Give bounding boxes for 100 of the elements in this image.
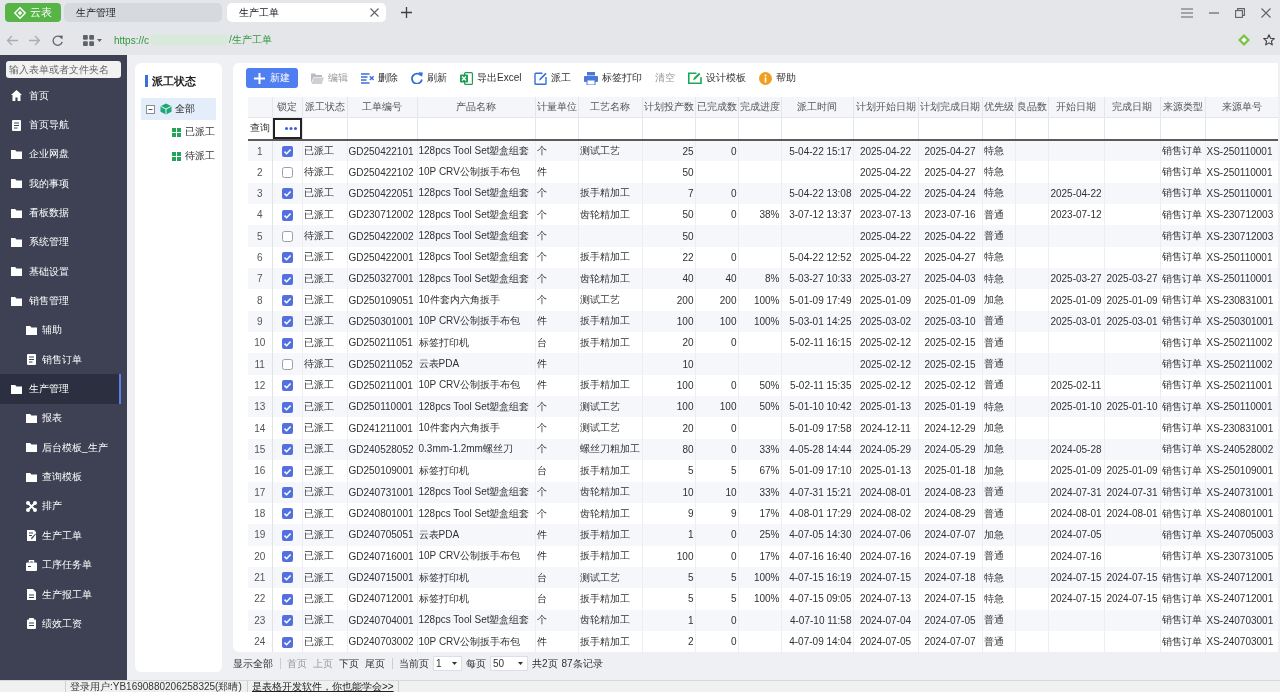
checkbox[interactable] (281, 529, 293, 541)
toolbar-button[interactable]: 删除 (361, 68, 398, 88)
checkbox[interactable] (281, 465, 293, 477)
sidebar-item[interactable]: 销售订单 (0, 345, 121, 375)
checkbox[interactable] (281, 636, 293, 648)
sidebar-item[interactable]: 排产 (0, 491, 121, 522)
close-icon[interactable] (370, 8, 379, 17)
checkbox[interactable] (281, 316, 293, 328)
column-header: 完成进度 (738, 97, 781, 117)
checkbox[interactable] (281, 401, 293, 413)
browser-tab[interactable]: 生产工单 (227, 3, 386, 22)
sidebar-item[interactable]: 查询模板 (0, 462, 121, 492)
table-cell: XS-250211002 (1205, 353, 1278, 375)
sidebar-item[interactable]: 绩效工资 (0, 609, 121, 639)
sidebar-item[interactable]: 生产报工单 (0, 579, 121, 610)
restore-icon[interactable] (1235, 7, 1245, 18)
checkbox[interactable] (281, 380, 293, 392)
sidebar-item[interactable]: 生产工单 (0, 521, 121, 551)
toolbar-button[interactable]: 设计模板 (688, 68, 747, 88)
table-cell: 2025-01-09 (1048, 289, 1104, 311)
table-cell: 4-07-09 14:04 (781, 630, 853, 653)
table-cell: 2024-07-15 (1048, 588, 1104, 610)
caret-icon[interactable] (97, 38, 102, 42)
table-cell: 5-01-09 17:49 (781, 289, 853, 311)
checkbox[interactable] (281, 252, 293, 264)
checkbox[interactable] (281, 551, 293, 563)
toolbar-button[interactable]: 刷新 (411, 68, 447, 88)
checkbox[interactable] (281, 359, 293, 371)
tree-item[interactable]: 全部 (141, 98, 216, 120)
table-cell: 销售订单 (1160, 161, 1205, 183)
table-cell: 测试工艺 (578, 289, 642, 311)
sidebar-item[interactable]: 看板数据 (0, 198, 121, 228)
table-cell: GD250109001 (347, 460, 417, 482)
page-link[interactable]: 下页 (339, 656, 359, 671)
table-cell: 台 (535, 566, 578, 589)
star-icon[interactable] (1263, 34, 1275, 46)
show-all-link[interactable]: 显示全部 (233, 656, 273, 671)
table-cell: 2025-04-22 (1048, 182, 1104, 205)
table-cell: 已派工 (302, 417, 347, 439)
sidebar-item[interactable]: 生产管理 (0, 374, 121, 404)
checkbox[interactable] (281, 423, 293, 435)
grid-icon[interactable] (83, 34, 94, 46)
table-cell: 2025-01-09 (918, 289, 982, 311)
ellipsis-icon[interactable] (284, 126, 297, 130)
checkbox[interactable] (281, 487, 293, 499)
table-cell: 扳手精加工 (578, 630, 642, 653)
sidebar-item[interactable]: 工序任务单 (0, 550, 121, 580)
sidebar-item[interactable]: 系统管理 (0, 227, 121, 258)
checkbox[interactable] (281, 295, 293, 306)
row-number: 7 (248, 268, 272, 290)
sidebar-item[interactable]: 后台模板_生产 (0, 433, 121, 463)
checkbox[interactable] (281, 230, 293, 242)
table-cell: 2025-04-22 (853, 161, 918, 183)
checkbox[interactable] (281, 146, 293, 158)
checkbox[interactable] (281, 508, 293, 520)
tree-item[interactable]: 已派工 (141, 120, 216, 144)
table-cell: 0 (695, 545, 738, 567)
tree-item[interactable]: 待派工 (141, 144, 216, 168)
printer-icon (584, 71, 599, 85)
checkbox[interactable] (281, 615, 293, 627)
sidebar-item[interactable]: 基础设置 (0, 257, 121, 287)
sidebar-item[interactable]: 报表 (0, 403, 121, 434)
reload-icon[interactable] (52, 34, 63, 46)
minimize-icon[interactable] (1209, 11, 1219, 14)
sidebar-item[interactable]: 企业网盘 (0, 139, 121, 170)
table-cell: 200 (642, 289, 695, 311)
checkbox[interactable] (281, 188, 293, 200)
checkbox[interactable] (281, 572, 293, 584)
toolbar-button[interactable]: 帮助 (759, 68, 797, 88)
table-cell: 销售订单 (1160, 396, 1205, 418)
table-cell: 加急 (982, 524, 1015, 546)
table-cell: 2024-07-04 (853, 609, 918, 631)
table-cell: 80 (642, 438, 695, 461)
checkbox[interactable] (281, 166, 293, 178)
sidebar-item[interactable]: 销售管理 (0, 286, 121, 316)
toolbar-button[interactable]: 标签打印 (584, 68, 643, 88)
sidebar-item[interactable]: 首页 (0, 81, 121, 111)
checkbox[interactable] (281, 593, 293, 605)
browser-tab[interactable]: 生产管理 (64, 3, 222, 22)
sidebar-item[interactable]: 我的事项 (0, 169, 121, 199)
checkbox[interactable] (281, 209, 293, 221)
search-field[interactable]: 输入表单或者文件夹名 (6, 61, 121, 78)
close-icon[interactable] (1261, 7, 1271, 18)
checkbox[interactable] (281, 337, 293, 349)
table-cell: 销售订单 (1160, 182, 1205, 205)
minus-box-icon[interactable] (146, 104, 155, 114)
plus-icon[interactable] (401, 7, 412, 18)
page-select[interactable]: 50 (490, 656, 528, 672)
checkbox[interactable] (281, 273, 293, 285)
toolbar-button[interactable]: 派工 (534, 68, 572, 88)
promo-link[interactable]: 是表格开发软件，你也能学会>> (247, 681, 399, 692)
toolbar-button[interactable]: 导出Excel (460, 68, 522, 88)
page-select[interactable]: 1 (433, 656, 462, 672)
sidebar-item[interactable]: 首页导航 (0, 110, 121, 140)
table-cell: 0 (695, 417, 738, 439)
new-button[interactable]: 新建 (246, 68, 298, 88)
table-cell: 加急 (982, 438, 1015, 461)
sidebar-item[interactable]: 辅助 (0, 315, 121, 346)
checkbox[interactable] (281, 444, 293, 456)
page-link[interactable]: 尾页 (365, 656, 385, 671)
